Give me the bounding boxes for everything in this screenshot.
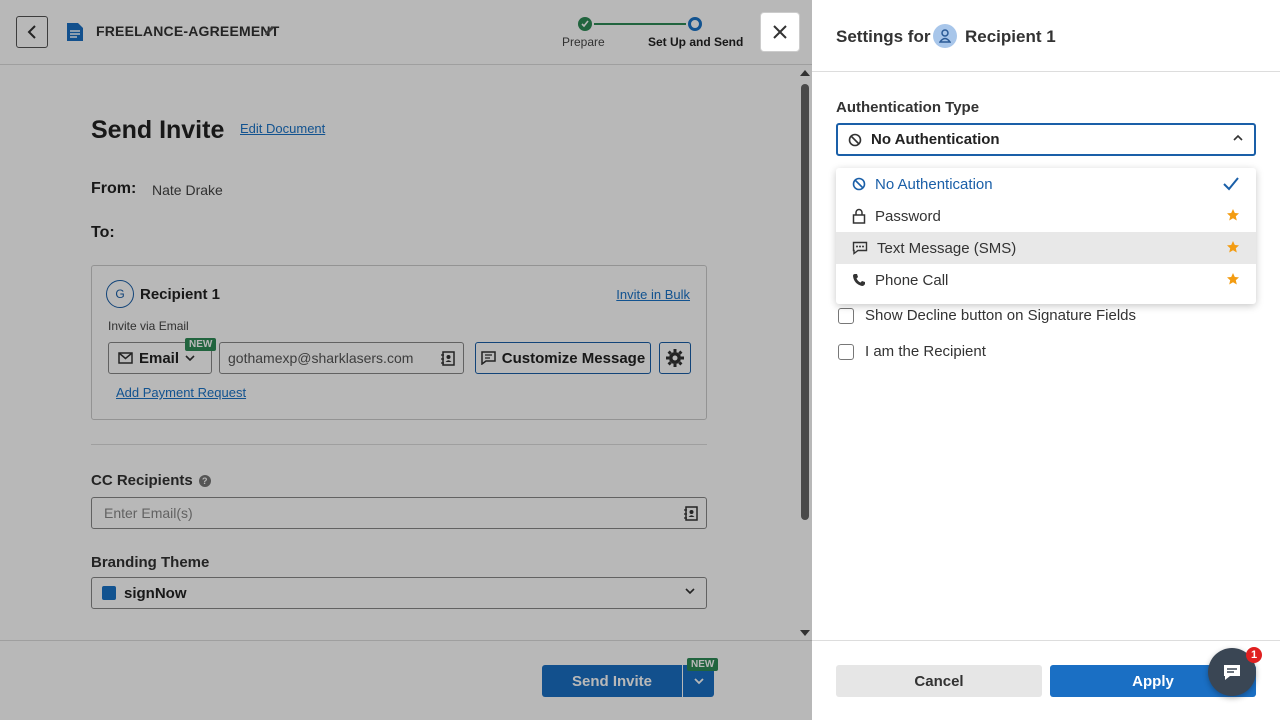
cancel-button[interactable]: Cancel (836, 665, 1042, 697)
no-entry-icon (852, 177, 866, 191)
panel-recipient-name: Recipient 1 (965, 27, 1056, 46)
lock-icon (852, 208, 866, 224)
premium-star-icon (1227, 209, 1239, 221)
option-label: Text Message (SMS) (877, 239, 1017, 257)
authentication-type-label: Authentication Type (836, 99, 980, 116)
show-decline-label: Show Decline button on Signature Fields (865, 307, 1136, 324)
close-panel-button[interactable] (760, 12, 800, 52)
notification-badge: 1 (1246, 647, 1262, 663)
settings-for-label: Settings for (836, 27, 931, 46)
show-decline-checkbox[interactable] (838, 307, 854, 324)
show-decline-checkbox-row[interactable]: Show Decline button on Signature Fields (838, 307, 1136, 324)
chat-widget-button[interactable]: 1 (1208, 647, 1262, 696)
sms-icon (852, 241, 868, 255)
no-entry-icon (848, 133, 862, 146)
i-am-recipient-checkbox[interactable] (838, 343, 854, 360)
premium-star-icon (1227, 273, 1239, 285)
premium-star-icon (1227, 241, 1239, 253)
chevron-up-icon (1233, 134, 1243, 141)
phone-icon (853, 274, 865, 286)
option-phone-call[interactable]: Phone Call (836, 264, 1256, 296)
chat-icon (1224, 665, 1240, 680)
option-password[interactable]: Password (836, 200, 1256, 232)
close-icon (773, 25, 787, 39)
option-label: Phone Call (875, 271, 949, 289)
check-icon (1223, 177, 1239, 191)
i-am-recipient-checkbox-row[interactable]: I am the Recipient (838, 343, 986, 360)
option-label: No Authentication (875, 175, 993, 193)
panel-header: Settings for Recipient 1 (812, 0, 1280, 72)
authentication-type-select[interactable]: No Authentication (836, 123, 1256, 156)
authentication-options-menu: No Authentication Password Text Message … (836, 168, 1256, 304)
i-am-recipient-label: I am the Recipient (865, 343, 986, 360)
modal-backdrop[interactable] (0, 0, 812, 720)
option-no-authentication[interactable]: No Authentication (836, 168, 1256, 200)
option-label: Password (875, 207, 941, 225)
recipient-settings-panel: Settings for Recipient 1 Authentication … (812, 0, 1280, 720)
authentication-type-value: No Authentication (871, 131, 1000, 148)
user-icon (933, 24, 957, 48)
option-text-message[interactable]: Text Message (SMS) (836, 232, 1256, 264)
